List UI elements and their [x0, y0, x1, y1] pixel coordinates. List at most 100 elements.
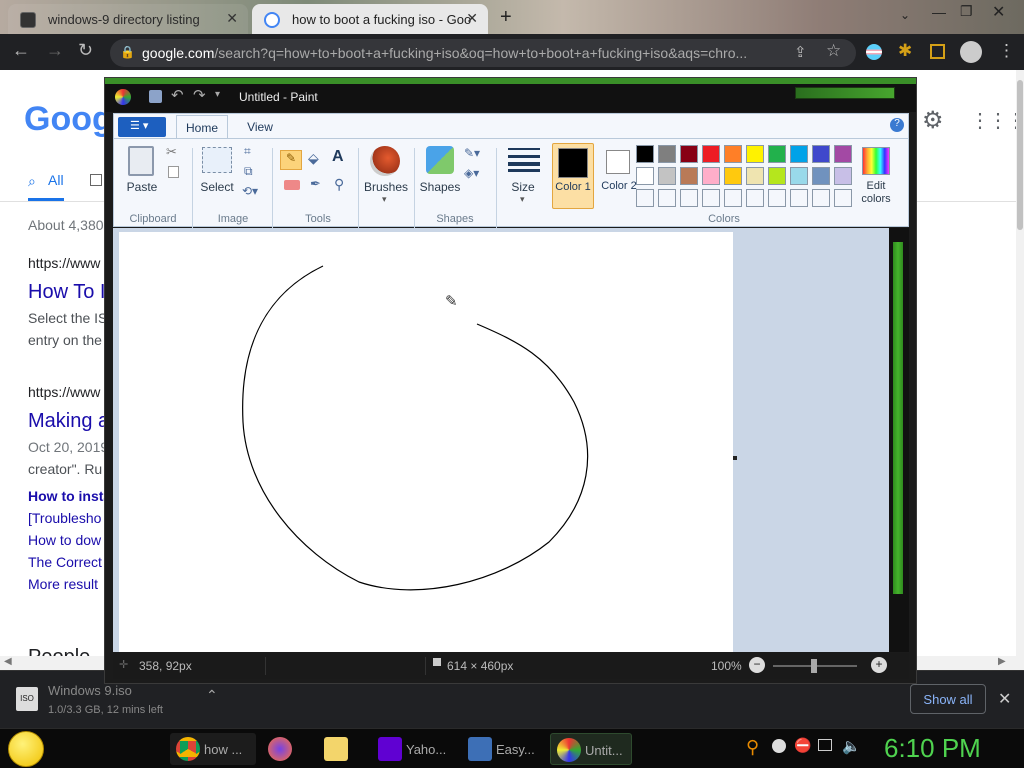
zoom-slider[interactable] [773, 659, 857, 673]
scrollbar-thumb[interactable] [1017, 80, 1023, 230]
share-icon[interactable]: ⇪ [794, 43, 807, 61]
palette-swatch[interactable] [658, 145, 676, 163]
sublink[interactable]: [Troublesho [28, 510, 101, 526]
sublink[interactable]: More result [28, 576, 98, 592]
chevron-up-icon[interactable]: ⌃ [206, 687, 218, 704]
copy-icon[interactable] [168, 166, 179, 178]
tab-all[interactable]: All [48, 172, 64, 188]
palette-swatch[interactable] [724, 189, 742, 207]
palette-swatch[interactable] [768, 145, 786, 163]
palette-swatch[interactable] [680, 145, 698, 163]
zoom-slider-thumb[interactable] [811, 659, 817, 673]
minimize-icon[interactable]: — [932, 4, 946, 20]
palette-swatch[interactable] [790, 145, 808, 163]
resize-icon[interactable]: ⧉ [244, 164, 253, 179]
select-icon[interactable] [202, 147, 232, 173]
palette-swatch[interactable] [702, 145, 720, 163]
clock[interactable]: 6:10 PM [884, 733, 981, 764]
show-all-button[interactable]: Show all [910, 684, 986, 714]
avatar[interactable] [960, 41, 982, 63]
extensions-icon[interactable]: ✱ [898, 41, 912, 61]
settings-icon[interactable]: ⚙ [922, 106, 944, 135]
palette-swatch[interactable] [834, 145, 852, 163]
palette-swatch[interactable] [790, 167, 808, 185]
forward-icon[interactable]: → [46, 40, 64, 61]
palette-swatch[interactable] [768, 189, 786, 207]
edit-colors-button[interactable]: Edit colors [854, 180, 898, 206]
sidepanel-icon[interactable] [930, 44, 945, 59]
palette-swatch[interactable] [702, 167, 720, 185]
palette-swatch[interactable] [746, 167, 764, 185]
close-window-icon[interactable]: ✕ [992, 2, 1005, 22]
window-controls[interactable] [795, 87, 895, 99]
taskbar-item-chrome[interactable]: how ... [170, 733, 256, 765]
tab-home[interactable]: Home [176, 115, 228, 139]
scroll-right-icon[interactable]: ▶ [998, 656, 1006, 667]
size-icon[interactable] [508, 148, 540, 172]
volume-icon[interactable]: 🔈 [842, 737, 861, 755]
address-bar[interactable]: 🔒 google.com/search?q=how+to+boot+a+fuck… [110, 39, 856, 67]
result-title[interactable]: Making a [28, 410, 109, 433]
tab-directory-listing[interactable]: windows-9 directory listing ✕ [8, 4, 248, 34]
shapes-icon[interactable] [426, 146, 454, 174]
zoom-out-icon[interactable]: − [749, 657, 765, 673]
palette-swatch[interactable] [746, 145, 764, 163]
color-picker-icon[interactable]: ✒ [310, 176, 321, 192]
edit-colors-icon[interactable] [862, 147, 890, 175]
paint-title-bar[interactable]: ↶ ↷ ▾ Untitled - Paint [105, 78, 916, 112]
download-filename[interactable]: Windows 9.iso [48, 683, 132, 698]
text-tool-icon[interactable]: A [332, 148, 344, 166]
palette-swatch[interactable] [812, 167, 830, 185]
taskbar-item-firefox[interactable] [262, 733, 312, 765]
menu-icon[interactable]: ⋮ [998, 41, 1015, 61]
close-icon[interactable]: ✕ [226, 10, 238, 27]
palette-swatch[interactable] [768, 167, 786, 185]
taskbar-item-yahoo[interactable]: Yaho... [372, 733, 454, 765]
canvas-resize-handle[interactable] [733, 456, 737, 460]
size-button[interactable]: Size [502, 180, 544, 194]
shapes-button[interactable]: Shapes [416, 180, 464, 194]
palette-swatch[interactable] [658, 189, 676, 207]
palette-swatch[interactable] [724, 145, 742, 163]
fill-shape-icon[interactable]: ◈▾ [464, 166, 479, 180]
taskbar-item-easy[interactable]: Easy... [462, 733, 544, 765]
new-tab-icon[interactable]: + [500, 6, 512, 29]
no-entry-icon[interactable]: ⛔ [794, 737, 811, 754]
palette-swatch[interactable] [812, 189, 830, 207]
search-icon[interactable]: ⚲ [746, 737, 759, 758]
redo-icon[interactable]: ↷ [193, 86, 206, 104]
page-scrollbar[interactable] [1016, 70, 1024, 670]
canvas-scrollbar[interactable] [889, 228, 909, 652]
undo-icon[interactable]: ↶ [171, 86, 184, 104]
scroll-left-icon[interactable]: ◀ [4, 656, 12, 667]
palette-swatch[interactable] [680, 167, 698, 185]
network-icon[interactable] [818, 739, 832, 751]
palette-swatch[interactable] [790, 189, 808, 207]
rotate-icon[interactable]: ⟲▾ [242, 184, 258, 198]
pencil-tool[interactable]: ✎ [280, 150, 302, 170]
chevron-down-icon[interactable]: ▾ [520, 194, 525, 205]
drawing-canvas[interactable]: ✎ [119, 232, 733, 652]
sublink[interactable]: How to dow [28, 532, 101, 548]
brushes-icon[interactable] [370, 146, 400, 176]
start-button[interactable] [8, 731, 44, 767]
save-icon[interactable] [149, 90, 162, 103]
help-icon[interactable]: ? [890, 118, 904, 132]
quick-access-dropdown-icon[interactable]: ▾ [215, 89, 220, 100]
palette-swatch[interactable] [658, 167, 676, 185]
palette-swatch[interactable] [812, 145, 830, 163]
result-title[interactable]: How To I [28, 281, 105, 304]
chevron-down-icon[interactable]: ⌄ [900, 8, 910, 22]
palette-swatch[interactable] [834, 167, 852, 185]
sublink[interactable]: How to insta [28, 488, 111, 504]
file-menu-button[interactable]: ☰ ▾ [118, 117, 166, 137]
apps-grid-icon[interactable]: ⋮⋮⋮ [970, 108, 1016, 133]
palette-swatch[interactable] [834, 189, 852, 207]
scrollbar-thumb[interactable] [893, 242, 903, 594]
palette-swatch[interactable] [724, 167, 742, 185]
sublink[interactable]: The Correct [28, 554, 102, 570]
bookmark-star-icon[interactable]: ☆ [826, 41, 841, 61]
taskbar-item-paint[interactable]: Untit... [550, 733, 632, 765]
palette-swatch[interactable] [636, 189, 654, 207]
video-icon[interactable] [90, 174, 102, 186]
